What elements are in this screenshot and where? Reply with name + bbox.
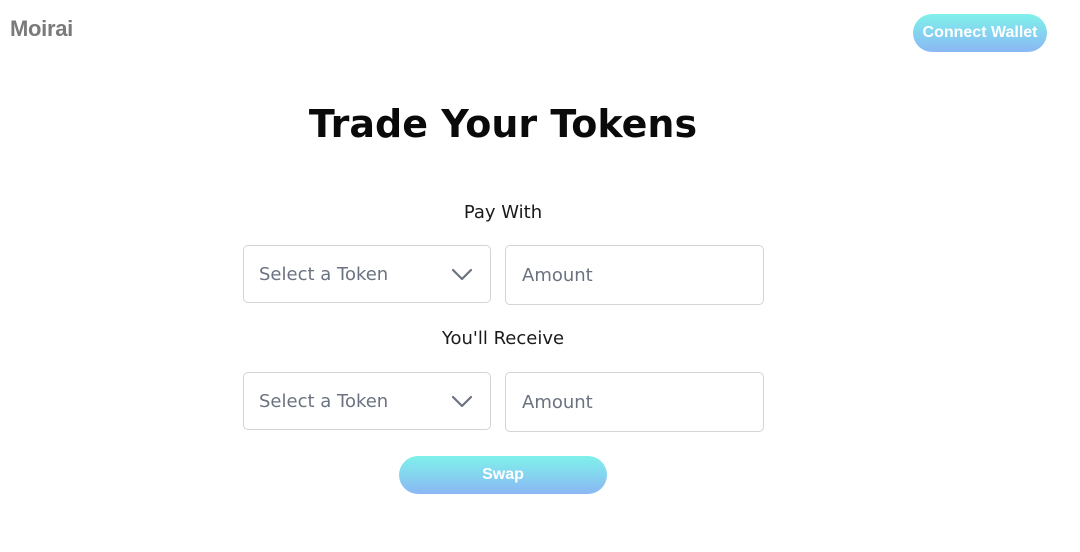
chevron-down-icon: [451, 395, 473, 408]
receive-token-select[interactable]: Select a Token: [243, 372, 491, 430]
chevron-down-icon: [451, 268, 473, 281]
swap-page: Moirai Connect Wallet Trade Your Tokens …: [0, 0, 1080, 552]
pay-amount-input[interactable]: [505, 245, 764, 305]
receive-amount-input[interactable]: [505, 372, 764, 432]
pay-with-label: Pay With: [463, 202, 543, 223]
receive-label: You'll Receive: [441, 328, 565, 349]
receive-token-select-value: Select a Token: [259, 391, 389, 412]
page-title: Trade Your Tokens: [308, 102, 698, 146]
swap-button[interactable]: Swap: [399, 456, 607, 494]
pay-token-select-value: Select a Token: [259, 264, 389, 285]
pay-token-select[interactable]: Select a Token: [243, 245, 491, 303]
connect-wallet-button[interactable]: Connect Wallet: [913, 14, 1047, 52]
brand-logo[interactable]: Moirai: [10, 16, 73, 42]
